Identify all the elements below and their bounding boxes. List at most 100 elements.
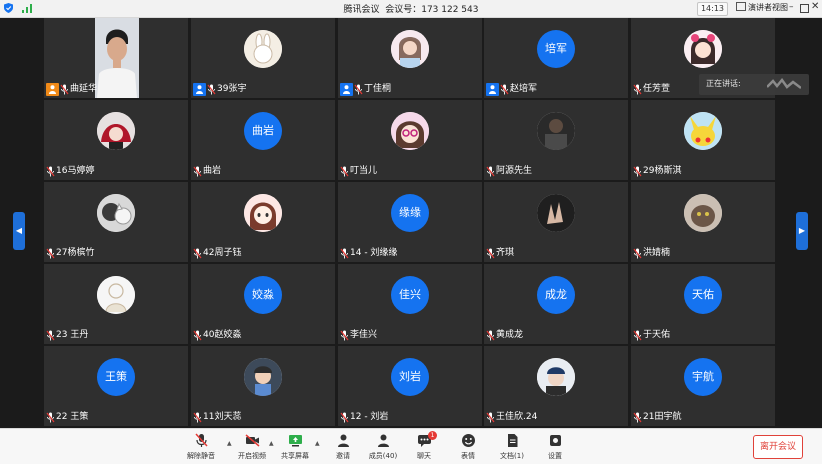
leave-meeting-button[interactable]: 离开会议 (753, 435, 803, 459)
speaker-blur-icon (767, 78, 801, 89)
mic-muted-icon (193, 412, 202, 423)
rabbit-avatar (244, 30, 282, 68)
boy-cartoon-avatar (244, 358, 282, 396)
mic-muted-icon (486, 412, 495, 423)
participant-name: 21田宇航 (643, 412, 682, 422)
document-icon (507, 434, 517, 447)
participant-tile[interactable]: 王策 22 王策 (44, 346, 188, 426)
members-button[interactable]: 成员(40) (363, 433, 403, 461)
chevron-right-icon: ▶ (798, 226, 806, 235)
participant-tile[interactable]: 洪婧楠 (631, 182, 775, 262)
start-video-button[interactable]: 开启视频 (232, 433, 272, 461)
avatar: 刘岩 (391, 358, 429, 396)
close-button[interactable]: ✕ (811, 1, 819, 12)
participant-tile[interactable]: 缘缘 14 - 刘缘缘 (338, 182, 482, 262)
participant-video (95, 18, 139, 98)
mic-muted-icon (500, 84, 509, 95)
participant-tile[interactable]: 42周子钰 (191, 182, 335, 262)
mic-muted-icon (207, 84, 216, 95)
invite-button[interactable]: 邀请 (323, 433, 363, 461)
participant-namebar: 丁佳桐 (340, 83, 391, 96)
participant-tile[interactable]: 39张宇 (191, 18, 335, 98)
share-screen-button[interactable]: 共享屏幕 (275, 433, 315, 461)
participant-namebar: 27杨槟竹 (46, 247, 94, 260)
invite-label: 邀请 (336, 452, 350, 460)
unmute-button[interactable]: 解除静音 (181, 433, 221, 461)
minimize-button[interactable]: – (789, 2, 794, 12)
participant-namebar: 40赵姣淼 (193, 329, 241, 342)
participant-tile[interactable]: 王佳欣.24 (484, 346, 628, 426)
cat-avatar (97, 194, 135, 232)
share-screen-icon (288, 435, 302, 447)
participant-tile[interactable]: 曲岩 曲岩 (191, 100, 335, 180)
participant-tile[interactable]: 宇航 21田宇航 (631, 346, 775, 426)
participant-tile[interactable]: 丁佳桐 (338, 18, 482, 98)
participant-tile[interactable]: 叮当儿 (338, 100, 482, 180)
participant-tile[interactable]: 天佑于天佑 (631, 264, 775, 344)
participant-tile[interactable]: 齐琪 (484, 182, 628, 262)
participant-namebar: 39张宇 (193, 83, 246, 96)
cartoon-girl-avatar (684, 30, 722, 68)
mic-muted-icon (486, 248, 495, 259)
participant-name: 曲延华 (70, 84, 98, 94)
avatar: 天佑 (684, 276, 722, 314)
participant-namebar: 赵培军 (486, 83, 537, 96)
participant-tile[interactable]: 29杨斯淇 (631, 100, 775, 180)
chat-button[interactable]: 1 聊天 (404, 431, 444, 461)
mic-muted-icon (340, 248, 349, 259)
pikachu-avatar (684, 112, 722, 150)
start-video-label: 开启视频 (238, 452, 266, 460)
participant-tile[interactable]: 11刘天蕊 (191, 346, 335, 426)
participant-tile[interactable]: 阿源先生 (484, 100, 628, 180)
participant-name: 叮当儿 (350, 166, 378, 176)
participant-tile[interactable]: 16马婷婷 (44, 100, 188, 180)
participant-name: 12 - 刘岩 (350, 412, 389, 422)
share-screen-label: 共享屏幕 (281, 452, 309, 460)
participant-name: 任芳萱 (643, 84, 671, 94)
maximize-button[interactable] (800, 4, 809, 13)
documents-button[interactable]: 文档(1) (492, 433, 532, 461)
participant-tile[interactable]: 曲延华 (44, 18, 188, 98)
avatar: 佳兴 (391, 276, 429, 314)
unmute-label: 解除静音 (187, 452, 215, 460)
participant-name: 23 王丹 (56, 330, 89, 340)
settings-button[interactable]: 设置 (535, 433, 575, 461)
participant-name: 40赵姣淼 (203, 330, 242, 340)
participant-namebar: 23 王丹 (46, 329, 88, 342)
participant-name: 11刘天蕊 (203, 412, 242, 422)
avatar: 缘缘 (391, 194, 429, 232)
mic-muted-icon (194, 433, 208, 447)
mic-muted-icon (354, 84, 363, 95)
participant-name: 丁佳桐 (364, 84, 392, 94)
meeting-toolbar: 解除静音 ▲ 开启视频 ▲ 共享屏幕 ▲ 邀请 成员(40) 1 聊天 表情 文… (0, 428, 822, 464)
video-options-caret[interactable]: ▲ (269, 440, 274, 447)
participant-namebar: 黄成龙 (486, 329, 523, 342)
participant-tile[interactable]: 刘岩 12 - 刘岩 (338, 346, 482, 426)
cohost-badge-icon (193, 83, 206, 96)
girl-avatar (391, 30, 429, 68)
participant-namebar: 于天佑 (633, 329, 670, 342)
mic-muted-icon (633, 248, 642, 259)
speaker-view-button[interactable]: 演讲者视图 (736, 2, 788, 14)
prev-page-button[interactable]: ◀ (13, 212, 25, 250)
participant-tile[interactable]: 培军 赵培军 (484, 18, 628, 98)
participant-tile[interactable]: 27杨槟竹 (44, 182, 188, 262)
participant-namebar: 42周子钰 (193, 247, 241, 260)
participant-name: 42周子钰 (203, 248, 242, 258)
emoji-button[interactable]: 表情 (448, 433, 488, 461)
participant-tile[interactable]: 姣淼 40赵姣淼 (191, 264, 335, 344)
mic-muted-icon (486, 166, 495, 177)
mic-muted-icon (46, 412, 55, 423)
next-page-button[interactable]: ▶ (796, 212, 808, 250)
participant-name: 阿源先生 (496, 166, 533, 176)
audio-options-caret[interactable]: ▲ (227, 440, 232, 447)
mic-muted-icon (340, 412, 349, 423)
mic-muted-icon (193, 248, 202, 259)
cohost-badge-icon (486, 83, 499, 96)
participant-tile[interactable]: 23 王丹 (44, 264, 188, 344)
cat-face-avatar (684, 194, 722, 232)
participant-namebar: 洪婧楠 (633, 247, 670, 260)
participant-tile[interactable]: 佳兴 李佳兴 (338, 264, 482, 344)
participant-tile[interactable]: 成龙 黄成龙 (484, 264, 628, 344)
share-options-caret[interactable]: ▲ (315, 440, 320, 447)
